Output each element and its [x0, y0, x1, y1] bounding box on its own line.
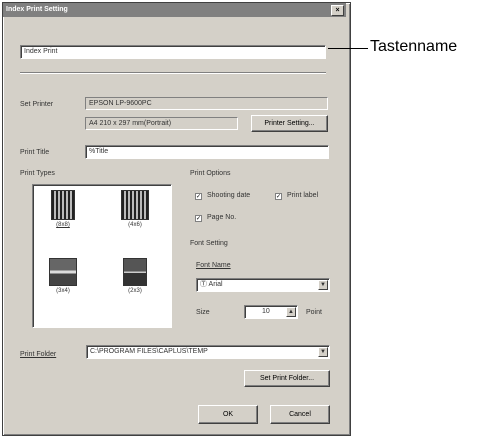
close-icon[interactable]: × [331, 5, 344, 16]
size-spinner[interactable]: 10 ▲ [244, 305, 298, 319]
key-name-field[interactable]: Index Print [20, 45, 326, 59]
chevron-down-icon[interactable]: ▼ [318, 347, 328, 357]
title-bar[interactable]: Index Print Setting × [3, 3, 346, 17]
callout-label: Tastenname [370, 38, 458, 55]
printer-name-value: EPSON LP-9600PC [89, 100, 152, 107]
font-name-label: Font Name [196, 262, 231, 269]
paper-size-field: A4 210 x 297 mm(Portrait) [85, 117, 238, 130]
shooting-date-checkbox[interactable]: ✓ [195, 193, 202, 200]
page-no-label: Page No. [207, 214, 237, 221]
printer-name-field: EPSON LP-9600PC [85, 97, 328, 110]
separator [20, 72, 326, 74]
thumbnail-8x8 [51, 190, 75, 220]
print-label-checkbox[interactable]: ✓ [275, 193, 282, 200]
print-folder-value: C:\PROGRAM FILES\CAPLUS\TEMP [90, 348, 208, 355]
page-no-checkbox[interactable]: ✓ [195, 215, 202, 222]
shooting-date-label: Shooting date [207, 192, 251, 199]
size-label: Size [196, 309, 210, 316]
window-title: Index Print Setting [6, 6, 68, 13]
print-title-value: %Title [89, 148, 109, 155]
print-type-8x8[interactable]: (8x8) [46, 190, 80, 228]
print-type-2x3[interactable]: (2x3) [118, 258, 152, 294]
set-print-folder-button[interactable]: Set Print Folder... [244, 370, 330, 387]
size-unit-label: Point [306, 309, 322, 316]
cancel-button[interactable]: Cancel [270, 405, 330, 424]
caption-2x3: (2x3) [128, 288, 142, 294]
print-type-4x6[interactable]: (4x6) [118, 190, 152, 228]
key-name-value: Index Print [24, 48, 58, 55]
thumbnail-2x3 [123, 258, 147, 286]
callout-line [328, 48, 368, 49]
thumbnail-4x6 [121, 190, 149, 220]
caption-8x8: (8x8) [56, 222, 70, 228]
printer-setting-button[interactable]: Printer Setting... [251, 115, 328, 132]
print-types-label: Print Types [20, 170, 55, 177]
print-options-label: Print Options [190, 170, 231, 177]
paper-size-value: A4 210 x 297 mm(Portrait) [89, 120, 172, 127]
size-value: 10 [262, 308, 270, 315]
set-printer-label: Set Printer [20, 101, 54, 108]
font-name-dropdown[interactable]: Ⓣ Arial ▼ [196, 278, 330, 292]
print-title-label: Print Title [20, 149, 50, 156]
caption-3x4: (3x4) [56, 288, 70, 294]
caption-4x6: (4x6) [128, 222, 142, 228]
print-folder-label: Print Folder [20, 351, 57, 358]
font-name-value: Ⓣ Arial [200, 281, 223, 288]
ok-button[interactable]: OK [198, 405, 258, 424]
print-title-field[interactable]: %Title [85, 145, 329, 159]
print-type-3x4[interactable]: (3x4) [46, 258, 80, 294]
print-label-label: Print label [287, 192, 319, 199]
thumbnail-3x4 [49, 258, 77, 286]
print-folder-dropdown[interactable]: C:\PROGRAM FILES\CAPLUS\TEMP ▼ [86, 345, 330, 359]
spin-arrow-icon[interactable]: ▲ [286, 307, 296, 317]
chevron-down-icon[interactable]: ▼ [318, 280, 328, 290]
font-setting-label: Font Setting [190, 240, 228, 247]
